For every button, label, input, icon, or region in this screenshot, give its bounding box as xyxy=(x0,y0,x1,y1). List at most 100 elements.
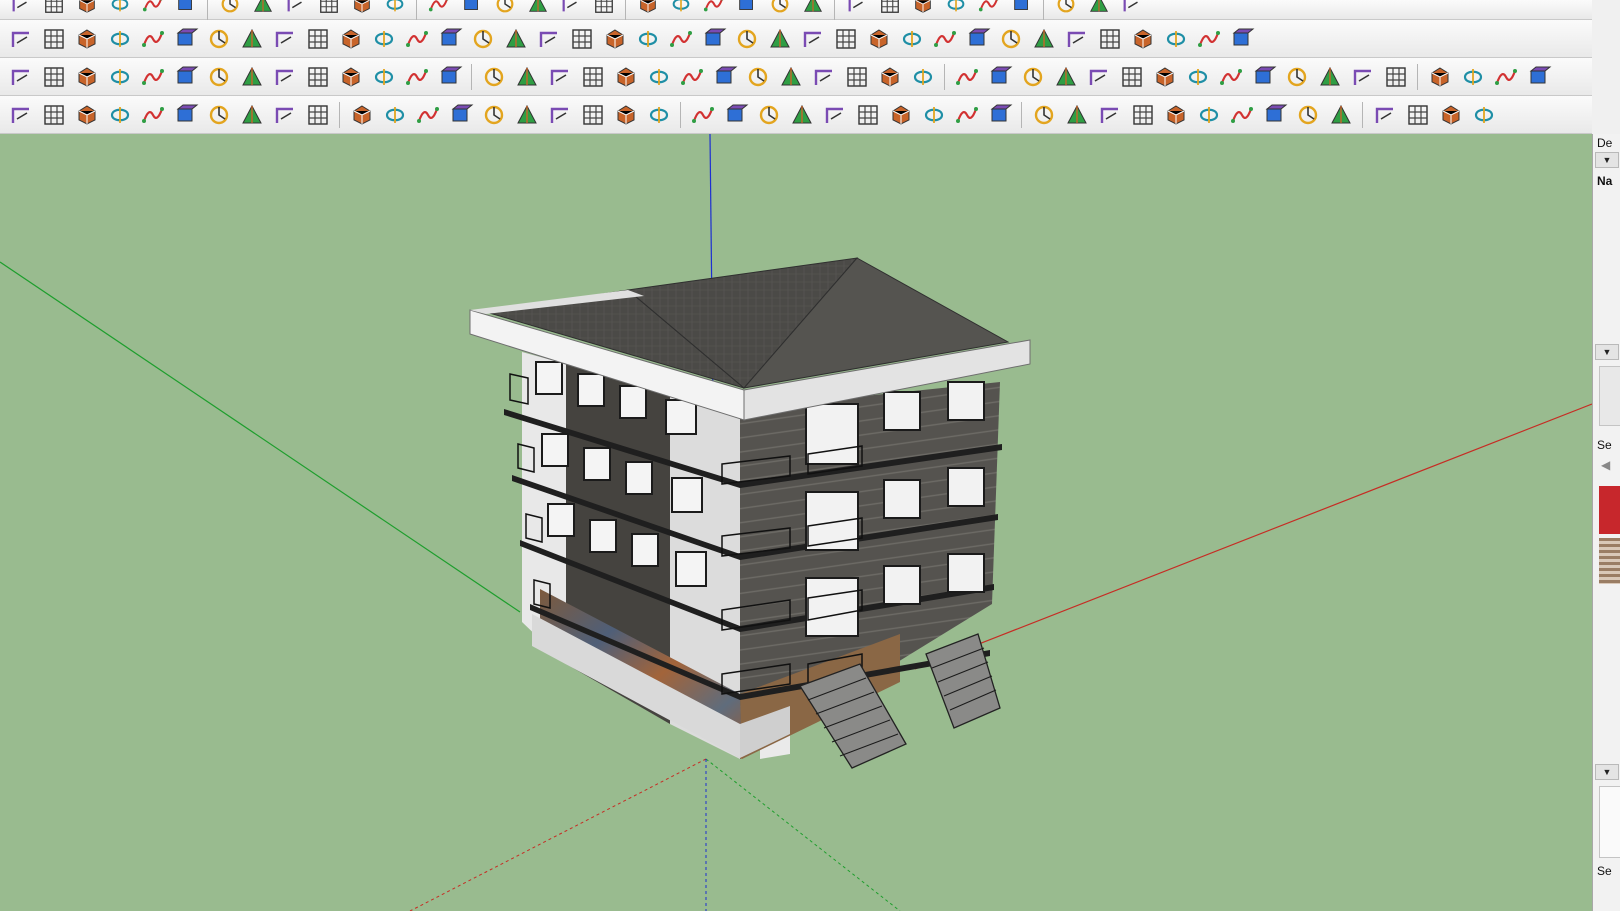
arc-icon[interactable] xyxy=(479,100,508,129)
angle-icon[interactable] xyxy=(369,24,398,53)
hand-icon[interactable] xyxy=(567,24,596,53)
corner-icon[interactable] xyxy=(336,24,365,53)
split-icon[interactable] xyxy=(798,24,827,53)
stack-icon[interactable] xyxy=(908,0,937,19)
sweep-icon[interactable] xyxy=(402,24,431,53)
curve-icon[interactable] xyxy=(512,100,541,129)
gear-shape-icon[interactable] xyxy=(1018,62,1047,91)
book-icon[interactable] xyxy=(138,0,167,19)
align-icon[interactable] xyxy=(985,100,1014,129)
plane-outline-icon[interactable] xyxy=(138,62,167,91)
helmet-icon[interactable] xyxy=(1326,100,1355,129)
arc-icon[interactable] xyxy=(237,100,266,129)
play-icon[interactable] xyxy=(1051,0,1080,19)
tray-section-arrow-icon[interactable]: ▼ xyxy=(1595,764,1619,780)
building-model[interactable] xyxy=(469,257,1031,769)
stack-icon[interactable] xyxy=(842,0,871,19)
tray-expand-arrow-icon[interactable]: ▼ xyxy=(1595,152,1619,168)
circle-icon[interactable] xyxy=(545,100,574,129)
leaf-icon[interactable] xyxy=(39,100,68,129)
grid-cross-icon[interactable] xyxy=(1062,100,1091,129)
plugin-icon[interactable] xyxy=(1007,0,1036,19)
cone-icon[interactable] xyxy=(545,62,574,91)
box-3d-icon[interactable] xyxy=(204,24,233,53)
arc-icon[interactable] xyxy=(347,100,376,129)
sphere-icon[interactable] xyxy=(985,62,1014,91)
flag-outline-icon[interactable] xyxy=(270,62,299,91)
plugin-icon[interactable] xyxy=(941,0,970,19)
dimension-icon[interactable] xyxy=(347,0,376,19)
material-color-swatch[interactable] xyxy=(1599,486,1620,534)
curve-icon[interactable] xyxy=(138,100,167,129)
copy-icon[interactable] xyxy=(1403,100,1432,129)
columns-icon[interactable] xyxy=(1062,24,1091,53)
square-icon[interactable] xyxy=(270,100,299,129)
align-icon[interactable] xyxy=(1029,100,1058,129)
house-green-icon[interactable] xyxy=(721,100,750,129)
arch-icon[interactable] xyxy=(435,24,464,53)
ring-icon[interactable] xyxy=(644,62,673,91)
mesh-icon[interactable] xyxy=(1095,24,1124,53)
scatter-icon[interactable] xyxy=(1183,62,1212,91)
pen-line-icon[interactable] xyxy=(1282,62,1311,91)
book-icon[interactable] xyxy=(688,100,717,129)
network-icon[interactable] xyxy=(1469,100,1498,129)
slope-icon[interactable] xyxy=(699,24,728,53)
cross-green-icon[interactable] xyxy=(479,62,508,91)
tag-icon[interactable] xyxy=(380,0,409,19)
tray-scroll-area[interactable] xyxy=(1599,366,1620,426)
box-brown-icon[interactable] xyxy=(303,62,332,91)
cylinder-icon[interactable] xyxy=(776,62,805,91)
grid-cross-icon[interactable] xyxy=(1227,100,1256,129)
camera-icon[interactable] xyxy=(732,0,761,19)
fence-icon[interactable] xyxy=(963,24,992,53)
curve-icon[interactable] xyxy=(204,100,233,129)
grid-cross-icon[interactable] xyxy=(1128,100,1157,129)
plane-blue-icon[interactable] xyxy=(6,62,35,91)
record-icon[interactable] xyxy=(1084,0,1113,19)
grid-cross-icon[interactable] xyxy=(1095,100,1124,129)
plane-red-icon[interactable] xyxy=(105,62,134,91)
shapes-icon[interactable] xyxy=(1458,62,1487,91)
waves-icon[interactable] xyxy=(589,0,618,19)
tray-collapse-arrow-icon[interactable]: ▼ xyxy=(1595,344,1619,360)
rotate-icon[interactable] xyxy=(248,0,277,19)
layers-icon[interactable] xyxy=(1029,24,1058,53)
hook-icon[interactable] xyxy=(369,62,398,91)
cone-icon[interactable] xyxy=(578,62,607,91)
chevron-left-icon[interactable] xyxy=(633,24,662,53)
wrench-icon[interactable] xyxy=(578,100,607,129)
copy-icon[interactable] xyxy=(1436,100,1465,129)
settings-icon[interactable] xyxy=(666,0,695,19)
circle-icon[interactable] xyxy=(611,100,640,129)
dots-circle-icon[interactable] xyxy=(1216,62,1245,91)
tile-orange-icon[interactable] xyxy=(1084,62,1113,91)
paint-bucket-icon[interactable] xyxy=(1348,62,1377,91)
points-icon[interactable] xyxy=(402,62,431,91)
model-canvas[interactable] xyxy=(0,134,1592,911)
checker-icon[interactable] xyxy=(1370,100,1399,129)
plane-yellow-icon[interactable] xyxy=(39,62,68,91)
scale-box-icon[interactable] xyxy=(787,100,816,129)
grid-icon[interactable] xyxy=(1249,62,1278,91)
paint-bucket-icon[interactable] xyxy=(105,0,134,19)
align-icon[interactable] xyxy=(952,100,981,129)
redo-icon[interactable] xyxy=(424,0,453,19)
undo-icon[interactable] xyxy=(809,62,838,91)
move-icon[interactable] xyxy=(743,62,772,91)
plugin-icon[interactable] xyxy=(974,0,1003,19)
undo-icon[interactable] xyxy=(171,0,200,19)
select-arrow-icon[interactable] xyxy=(754,100,783,129)
material-texture-swatch[interactable] xyxy=(1599,538,1620,584)
page-fold-icon[interactable] xyxy=(600,24,629,53)
red-box-icon[interactable] xyxy=(204,62,233,91)
curve-icon[interactable] xyxy=(105,100,134,129)
align-icon[interactable] xyxy=(919,100,948,129)
clipboard-icon[interactable] xyxy=(281,0,310,19)
gear-shape-icon[interactable] xyxy=(105,24,134,53)
split-icon[interactable] xyxy=(765,24,794,53)
scissors-icon[interactable] xyxy=(72,24,101,53)
box-outline-icon[interactable] xyxy=(138,24,167,53)
curve-surface-icon[interactable] xyxy=(1491,62,1520,91)
earth-icon[interactable] xyxy=(1117,0,1146,19)
